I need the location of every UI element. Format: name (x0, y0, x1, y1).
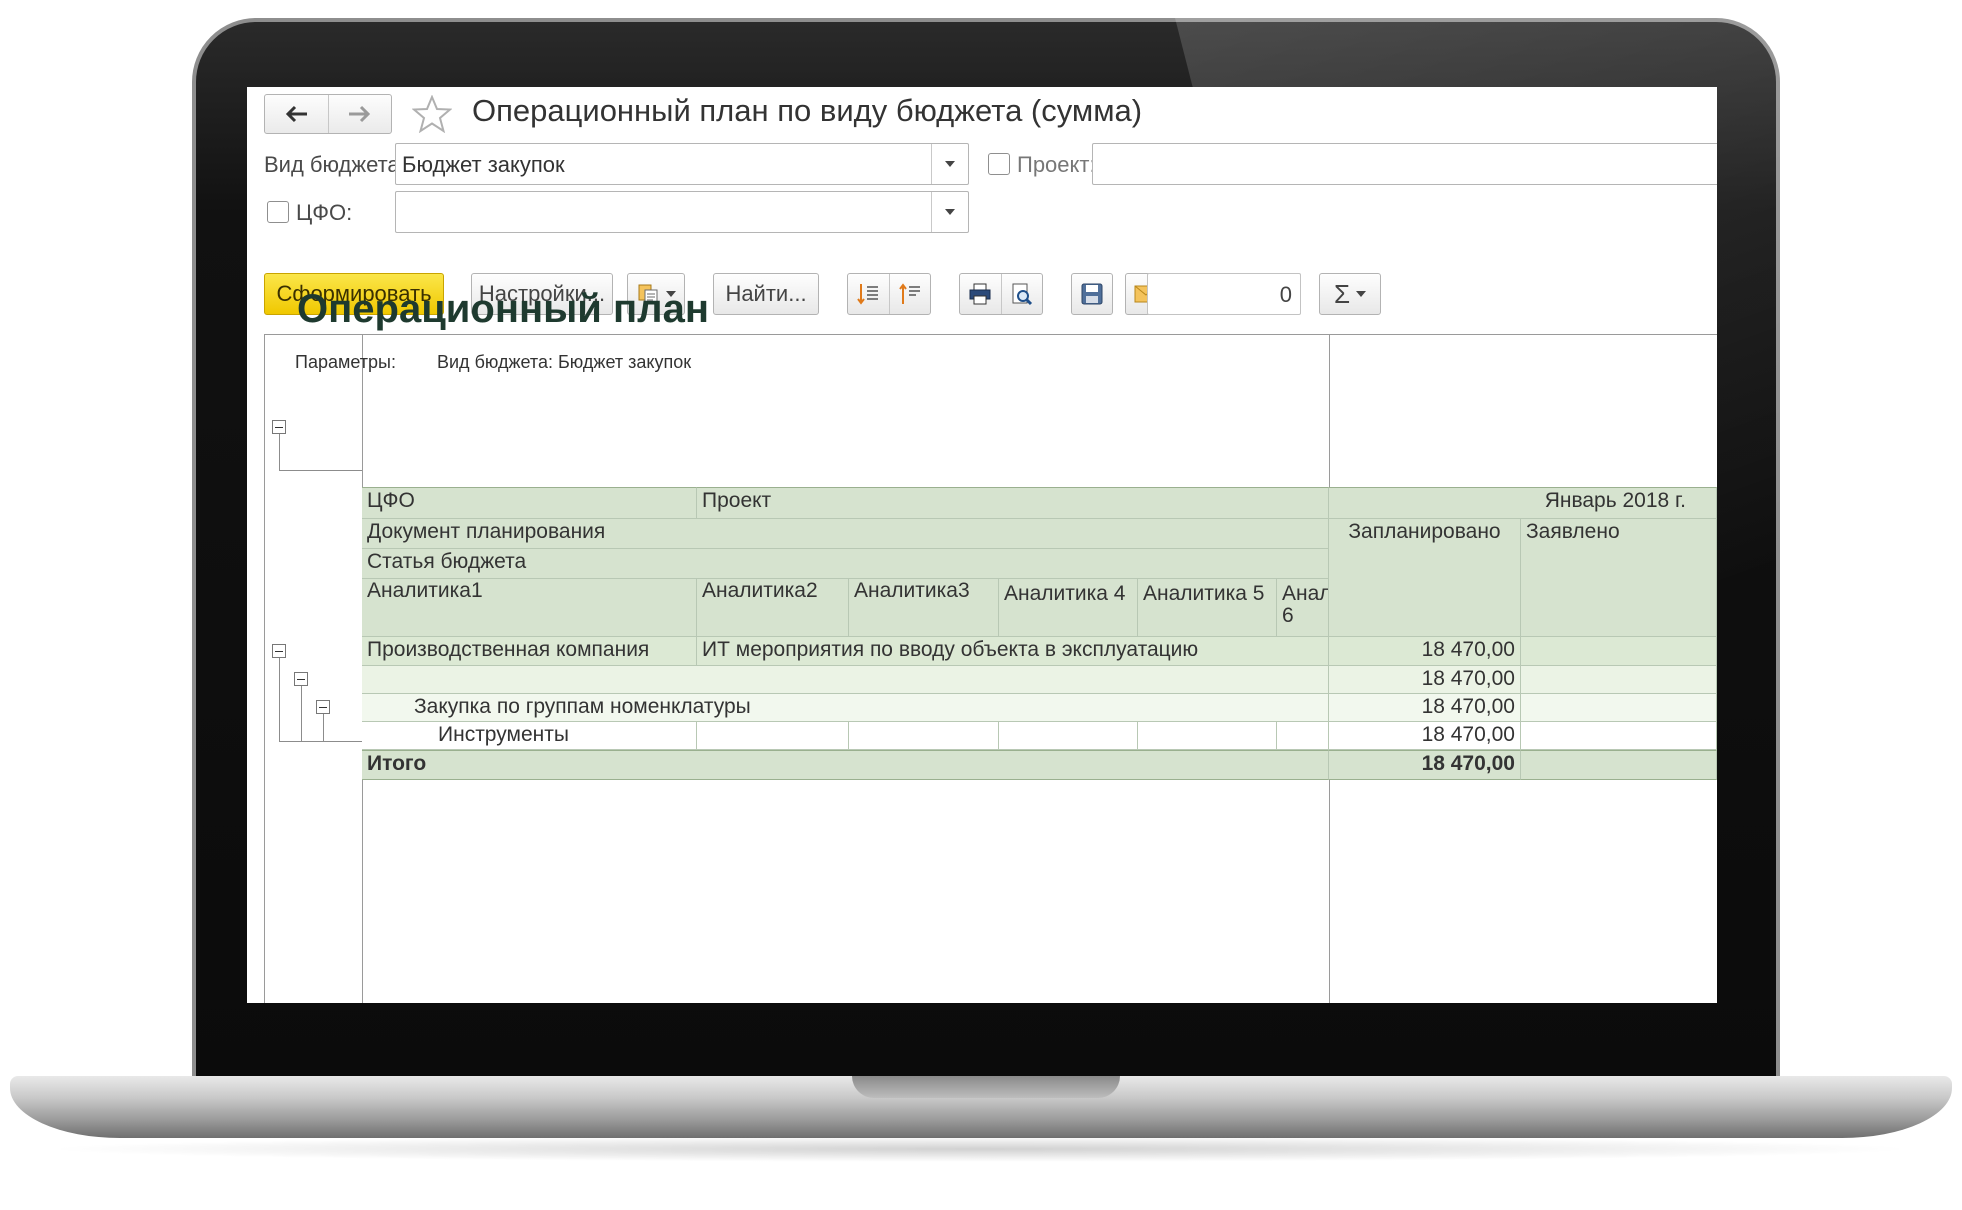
row-cell-planned[interactable]: 18 470,00 (1329, 694, 1521, 722)
forward-arrow-icon (348, 105, 370, 123)
collapse-row-toggle[interactable] (294, 672, 308, 686)
sort-button-group (847, 273, 931, 315)
save-button[interactable] (1071, 273, 1113, 315)
header-analytics-5: Аналитика 5 (1138, 579, 1277, 637)
header-declared: Заявлено (1521, 519, 1717, 637)
print-preview-button[interactable] (1002, 274, 1043, 314)
print-button[interactable] (960, 274, 1001, 314)
collapse-row-toggle[interactable] (316, 700, 330, 714)
row-cell-planned[interactable]: 18 470,00 (1329, 722, 1521, 750)
budget-type-field[interactable]: Бюджет закупок (395, 143, 969, 185)
params-value: Вид бюджета: Бюджет закупок (437, 352, 692, 372)
cfo-checkbox[interactable] (267, 201, 289, 223)
chevron-down-icon (945, 209, 955, 215)
row-cell-planning-doc[interactable] (362, 666, 1329, 694)
header-period: Январь 2018 г. (1329, 487, 1717, 519)
row-cell-declared[interactable] (1521, 694, 1717, 722)
row-cell-cfo[interactable]: Производственная компания (362, 637, 697, 666)
header-planned: Запланировано (1329, 519, 1521, 637)
report-title: Операционный план (297, 287, 709, 331)
cfo-label: ЦФО: (296, 200, 353, 225)
row-cell-analytics-3[interactable] (849, 722, 999, 750)
row-cell-declared[interactable] (1521, 722, 1717, 750)
chevron-down-icon (945, 161, 955, 167)
row-cell-analytics-1[interactable]: Инструменты (362, 722, 697, 750)
total-planned: 18 470,00 (1329, 750, 1521, 780)
total-declared (1521, 750, 1717, 780)
tree-line (323, 714, 324, 741)
budget-type-dropdown-button[interactable] (931, 144, 968, 184)
header-analytics-1: Аналитика1 (362, 579, 697, 637)
row-cell-planned[interactable]: 18 470,00 (1329, 637, 1521, 666)
tree-line (301, 686, 302, 741)
back-arrow-icon (286, 105, 308, 123)
tree-line (279, 470, 362, 471)
chevron-down-icon (1356, 291, 1367, 297)
budget-type-value: Бюджет закупок (402, 152, 565, 177)
row-cell-analytics-6[interactable] (1277, 722, 1329, 750)
budget-type-label: Вид бюджета: (264, 152, 406, 177)
project-checkbox[interactable] (988, 153, 1010, 175)
sigma-icon: Σ (1333, 278, 1351, 309)
back-button[interactable] (265, 95, 328, 133)
collapse-title-toggle[interactable] (272, 420, 286, 434)
tree-line (279, 658, 280, 741)
row-cell-analytics-5[interactable] (1138, 722, 1277, 750)
params-label: Параметры: (295, 352, 396, 372)
header-budget-item: Статья бюджета (362, 549, 1329, 579)
header-project: Проект (697, 487, 1329, 519)
header-analytics-2: Аналитика2 (697, 579, 849, 637)
sort-descending-icon (898, 283, 920, 304)
header-cfo: ЦФО (362, 487, 697, 519)
project-field[interactable] (1092, 143, 1717, 185)
save-icon (1081, 283, 1103, 305)
cfo-dropdown-button[interactable] (931, 192, 968, 232)
header-planning-doc: Документ планирования (362, 519, 1329, 549)
total-label: Итого (362, 750, 1329, 780)
row-cell-declared[interactable] (1521, 666, 1717, 694)
print-preview-icon (1012, 283, 1032, 306)
sort-ascending-button[interactable] (848, 274, 889, 314)
sort-descending-button[interactable] (890, 274, 931, 314)
collapse-row-toggle[interactable] (272, 644, 286, 658)
find-button[interactable]: Найти... (713, 273, 819, 315)
row-cell-analytics-2[interactable] (697, 722, 849, 750)
row-cell-budget-item[interactable]: Закупка по группам номенклатуры (362, 694, 1329, 722)
laptop-base-notch (852, 1076, 1120, 1098)
header-analytics-4: Аналитика 4 (999, 579, 1138, 637)
tree-line (279, 434, 280, 470)
navigation-buttons (264, 94, 392, 134)
header-analytics-3: Аналитика3 (849, 579, 999, 637)
cfo-field[interactable] (395, 191, 969, 233)
grid-top-border (264, 334, 1717, 335)
row-cell-declared[interactable] (1521, 637, 1717, 666)
laptop-shadow (40, 1136, 1920, 1162)
forward-button[interactable] (327, 95, 392, 133)
project-label: Проект: (1017, 152, 1096, 177)
sum-menu-button[interactable]: Σ (1319, 273, 1381, 315)
app-screen: Операционный план по виду бюджета (сумма… (247, 87, 1717, 1003)
window-title: Операционный план по виду бюджета (сумма… (472, 93, 1143, 128)
grid-left-border (264, 334, 265, 1003)
sum-field[interactable]: 0 (1147, 273, 1301, 315)
header-analytics-6: Аналитика 6 (1277, 579, 1329, 637)
print-button-group (959, 273, 1043, 315)
tree-line (279, 741, 362, 742)
row-cell-project[interactable]: ИТ мероприятия по вводу объекта в эксплу… (697, 637, 1329, 666)
row-cell-analytics-4[interactable] (999, 722, 1138, 750)
star-icon[interactable] (412, 95, 452, 133)
sort-ascending-icon (857, 284, 879, 305)
row-cell-planned[interactable]: 18 470,00 (1329, 666, 1521, 694)
print-icon (969, 283, 991, 305)
